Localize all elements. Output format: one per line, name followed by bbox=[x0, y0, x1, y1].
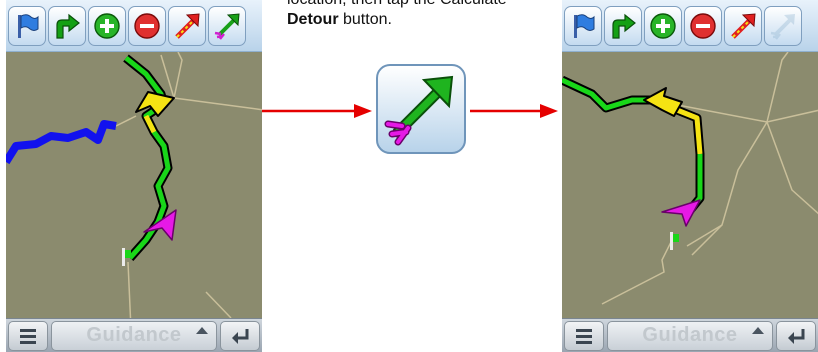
menu-button[interactable] bbox=[564, 320, 604, 351]
turn-button[interactable] bbox=[48, 5, 86, 46]
return-arrow-icon bbox=[232, 328, 249, 344]
bottom-bar: Guidance bbox=[562, 318, 818, 352]
flag-button[interactable] bbox=[564, 5, 602, 46]
zoom-in-button[interactable] bbox=[88, 5, 126, 46]
caption-line-1: location, then tap the Calculate bbox=[287, 0, 507, 10]
guidance-label: Guidance bbox=[86, 324, 182, 346]
guidance-button[interactable]: Guidance bbox=[607, 320, 773, 351]
menu-icon bbox=[20, 328, 36, 344]
caret-up-icon bbox=[196, 326, 208, 334]
menu-icon bbox=[576, 328, 592, 344]
instruction-caption: location, then tap the Calculate Detour … bbox=[287, 0, 557, 40]
caption-bold-text: Detour bbox=[287, 11, 339, 28]
caption-rest-text: button. bbox=[338, 11, 392, 28]
map-view[interactable] bbox=[6, 0, 262, 352]
return-arrow-icon bbox=[788, 328, 805, 344]
menu-button[interactable] bbox=[8, 320, 48, 351]
right-navigation-screen: Guidance bbox=[562, 0, 818, 352]
zoom-in-icon bbox=[94, 12, 120, 39]
detour-arrow-icon bbox=[214, 12, 240, 40]
caret-up-icon bbox=[752, 326, 764, 334]
detour-arrow-icon bbox=[384, 75, 454, 146]
route-button[interactable] bbox=[724, 5, 762, 46]
zoom-out-icon bbox=[134, 12, 160, 39]
detour-arrow-icon bbox=[770, 13, 795, 40]
map-view[interactable] bbox=[562, 0, 818, 352]
guidance-button[interactable]: Guidance bbox=[51, 320, 217, 351]
left-navigation-screen: Guidance bbox=[6, 0, 262, 352]
turn-button[interactable] bbox=[604, 5, 642, 46]
turn-arrow-icon bbox=[56, 13, 80, 39]
flag-icon bbox=[574, 13, 595, 38]
bottom-bar: Guidance bbox=[6, 318, 262, 352]
calculate-detour-button[interactable] bbox=[208, 5, 246, 46]
caption-line-2: Detour button. bbox=[287, 10, 392, 30]
toolbar bbox=[6, 0, 262, 52]
turn-arrow-icon bbox=[612, 13, 636, 39]
zoom-out-icon bbox=[690, 12, 716, 39]
calculate-detour-button-enlarged bbox=[376, 64, 466, 154]
flag-icon bbox=[18, 13, 39, 38]
destination-flag-icon bbox=[122, 248, 125, 266]
route-arrow-icon bbox=[175, 12, 200, 39]
zoom-in-button[interactable] bbox=[644, 5, 682, 46]
zoom-out-button[interactable] bbox=[684, 5, 722, 46]
back-button[interactable] bbox=[220, 320, 260, 351]
route-arrow-icon bbox=[731, 12, 756, 39]
zoom-in-icon bbox=[650, 12, 676, 39]
back-button[interactable] bbox=[776, 320, 816, 351]
calculate-detour-button[interactable] bbox=[764, 5, 802, 46]
guidance-label: Guidance bbox=[642, 324, 738, 346]
toolbar bbox=[562, 0, 818, 52]
route-button[interactable] bbox=[168, 5, 206, 46]
flag-button[interactable] bbox=[8, 5, 46, 46]
destination-flag-icon bbox=[670, 232, 673, 250]
zoom-out-button[interactable] bbox=[128, 5, 166, 46]
